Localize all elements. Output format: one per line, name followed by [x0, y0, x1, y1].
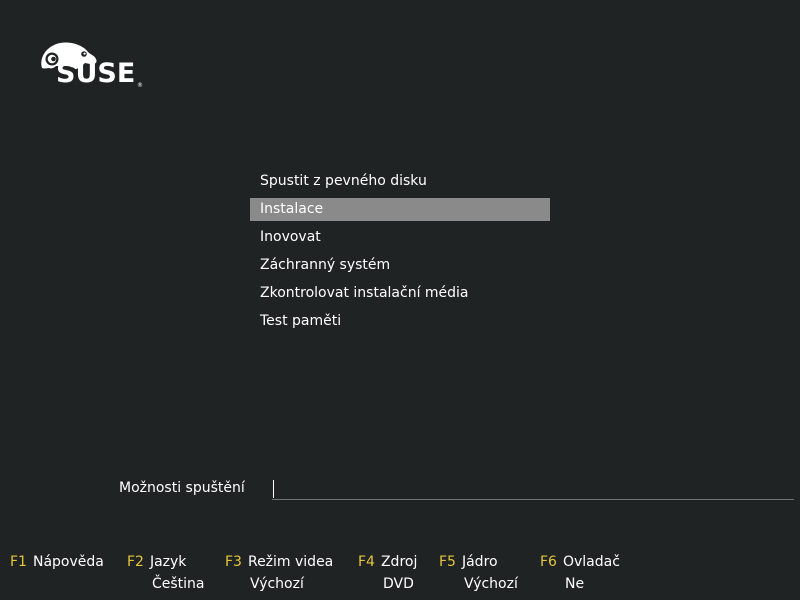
boot-menu-item-check-installation-media[interactable]: Zkontrolovat instalační média: [250, 282, 550, 305]
fkey-label-video-mode: Režim videa: [247, 554, 334, 570]
fkey-value-driver: Ne: [565, 576, 585, 592]
fkey-label-language: Jazyk: [149, 554, 187, 570]
boot-menu: Spustit z pevného disku Instalace Inovov…: [250, 170, 550, 338]
boot-options-label: Možnosti spuštění: [119, 480, 245, 496]
fkey-language[interactable]: F2 Jazyk Čeština: [127, 551, 205, 595]
fkey-label-driver: Ovladač: [562, 554, 620, 570]
fkey-label-help: Nápověda: [32, 554, 104, 570]
fkey-key-f3: F3: [225, 554, 242, 570]
fkey-kernel[interactable]: F5 Jádro Výchozí: [439, 551, 518, 595]
fkey-key-f1: F1: [10, 554, 27, 570]
function-key-bar: F1 Nápověda F2 Jazyk Čeština F3 Režim videa…: [0, 551, 800, 597]
fkey-key-f6: F6: [540, 554, 557, 570]
boot-menu-item-installation[interactable]: Instalace: [250, 198, 550, 221]
fkey-value-source: DVD: [383, 576, 414, 592]
suse-logo: SUSE ®: [38, 38, 148, 90]
fkey-source[interactable]: F4 Zdroj DVD: [358, 551, 417, 595]
registered-mark: ®: [137, 82, 143, 89]
fkey-value-language: Čeština: [152, 576, 205, 592]
logo-wordmark: SUSE: [56, 58, 136, 89]
fkey-label-kernel: Jádro: [461, 554, 498, 570]
fkey-key-f2: F2: [127, 554, 144, 570]
fkey-key-f4: F4: [358, 554, 375, 570]
boot-menu-item-memory-test[interactable]: Test paměti: [250, 310, 550, 333]
fkey-value-kernel: Výchozí: [464, 576, 518, 592]
text-cursor: [273, 480, 274, 498]
fkey-value-video-mode: Výchozí: [250, 576, 304, 592]
boot-menu-item-boot-from-hard-disk[interactable]: Spustit z pevného disku: [250, 170, 550, 193]
boot-options-input[interactable]: [272, 478, 794, 500]
fkey-video-mode[interactable]: F3 Režim videa Výchozí: [225, 551, 333, 595]
boot-menu-item-upgrade[interactable]: Inovovat: [250, 226, 550, 249]
fkey-label-source: Zdroj: [380, 554, 418, 570]
fkey-driver[interactable]: F6 Ovladač Ne: [540, 551, 620, 595]
fkey-help[interactable]: F1 Nápověda: [10, 551, 104, 573]
boot-menu-item-rescue-system[interactable]: Záchranný systém: [250, 254, 550, 277]
fkey-key-f5: F5: [439, 554, 456, 570]
boot-options: Možnosti spuštění: [119, 478, 794, 500]
